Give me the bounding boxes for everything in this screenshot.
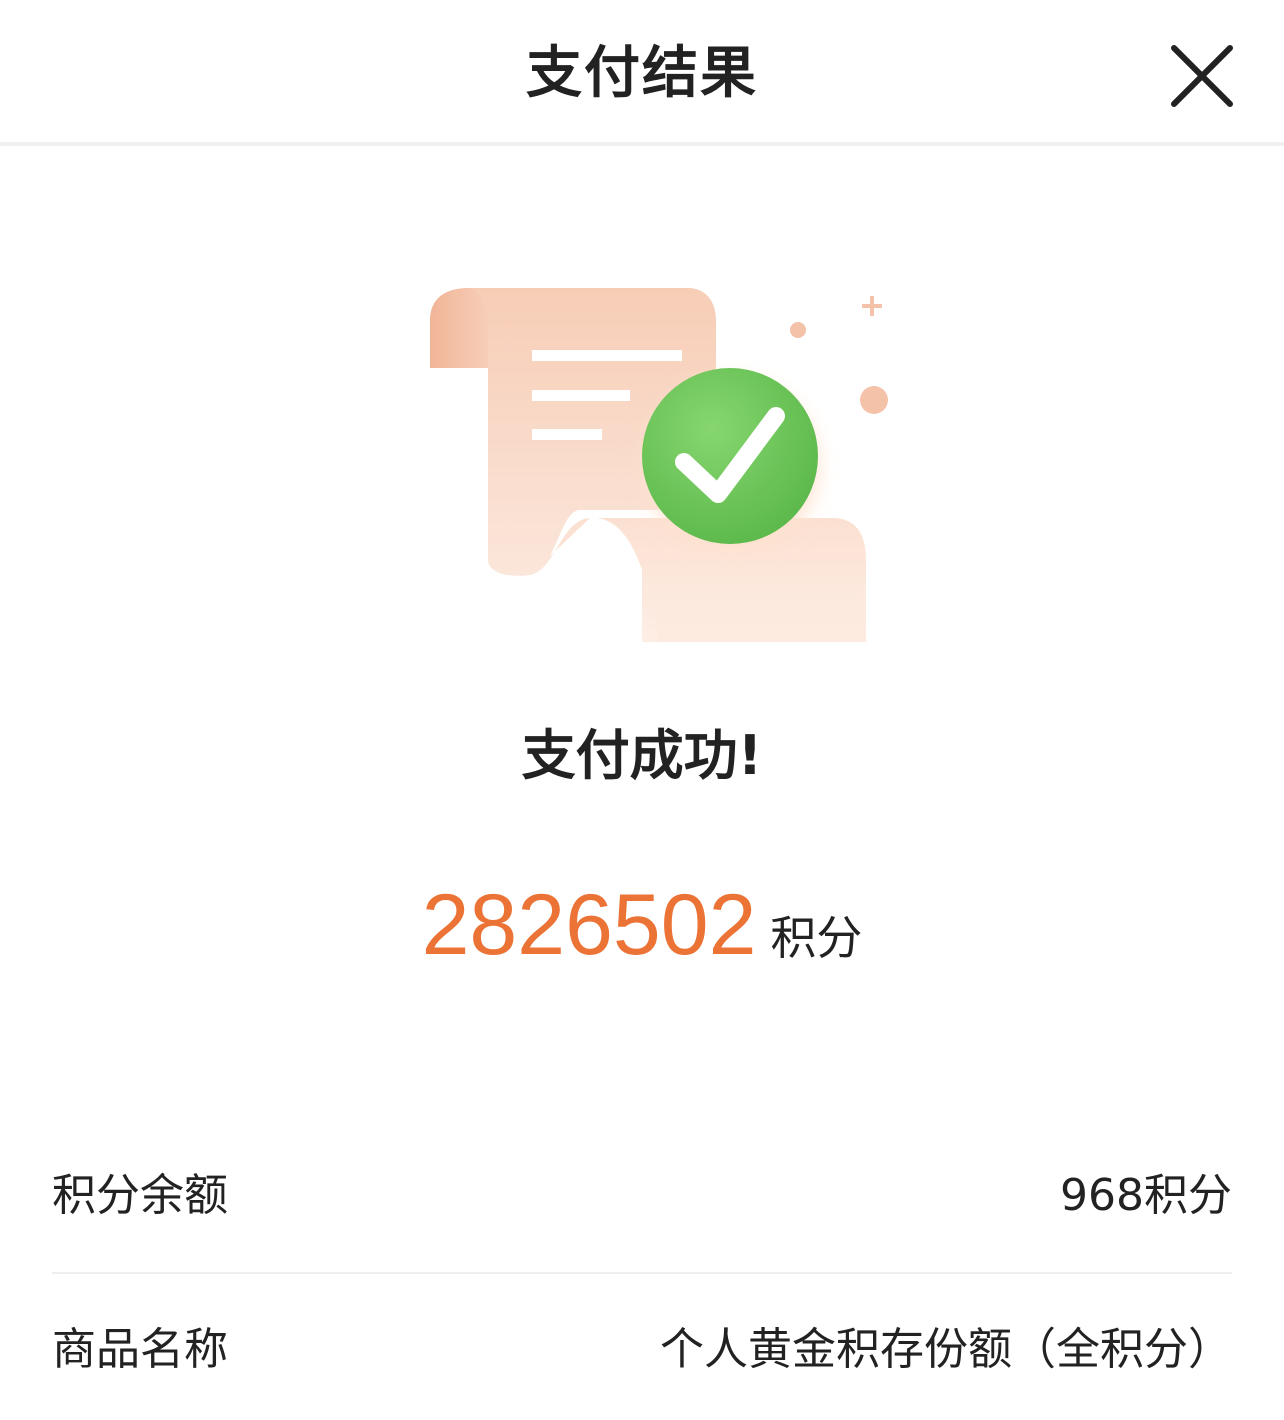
page-title: 支付结果 [526,41,758,106]
payment-amount: 2826502 [421,877,757,973]
product-name-value: 个人黄金积存份额（全积分） [660,1324,1232,1375]
amount-unit: 积分 [770,911,863,965]
amount-display: 2826502 积分 [0,870,1284,980]
row-divider [52,1272,1232,1274]
payment-result-page: 支付结果 支付成功! 2826502 积分 积分余额 968积分 商品名称 个人… [0,0,1284,1420]
points-balance-row: 积分余额 968积分 [52,1136,1232,1256]
receipt-success-icon [430,288,888,642]
header-bar: 支付结果 [0,0,1284,146]
product-name-label: 商品名称 [52,1324,228,1375]
close-button[interactable] [1160,36,1244,120]
points-balance-label: 积分余额 [52,1170,228,1221]
receipt-success-illustration [420,280,900,660]
payment-status-text: 支付成功! [521,724,763,787]
close-icon [1171,45,1233,107]
points-balance-value: 968积分 [1060,1170,1232,1221]
product-name-row: 商品名称 个人黄金积存份额（全积分） [52,1290,1232,1410]
